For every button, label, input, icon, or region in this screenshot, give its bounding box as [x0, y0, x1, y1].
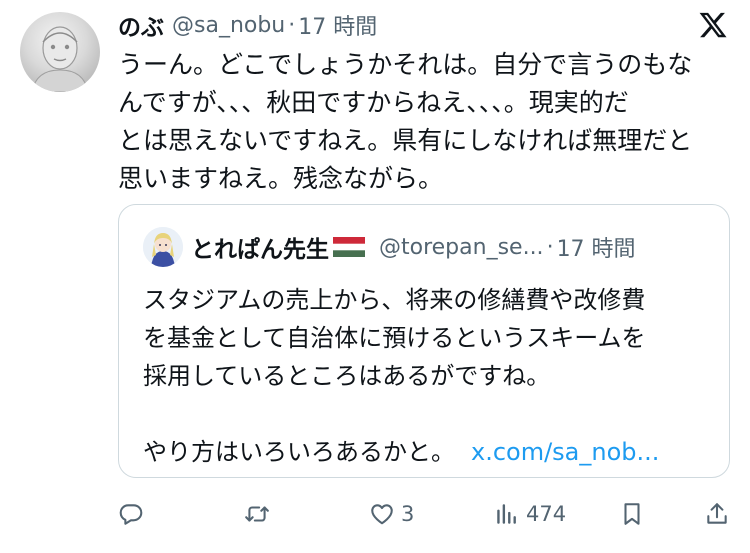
quoted-text-line: 採用しているところはあるがですね。: [143, 362, 551, 390]
retweet-button[interactable]: [244, 492, 270, 536]
tweet-text-line: んですが、、、秋田ですからねえ、、、。現実的だ: [118, 88, 629, 117]
bookmark-button[interactable]: [619, 492, 645, 536]
quoted-tweet-card[interactable]: とれぱん先生 @torepan_se... · 17 時間 スタジアムの売上から…: [118, 204, 730, 478]
quoted-text-line: スタジアムの売上から、将来の修繕費や改修費: [143, 286, 646, 314]
views-icon: [497, 504, 516, 524]
share-button[interactable]: [704, 492, 730, 536]
views-count: 474: [526, 502, 567, 526]
quoted-text-line: [143, 395, 713, 433]
quoted-tweet-text: スタジアムの売上から、将来の修繕費や改修費 を基金として自治体に預けるというスキ…: [143, 281, 713, 471]
separator-dot: ·: [288, 12, 296, 38]
like-button[interactable]: 3: [369, 492, 414, 536]
quoted-last-line: やり方はいろいろあるかと。: [143, 438, 455, 466]
action-bar: 3 474: [0, 492, 750, 536]
quoted-author-name[interactable]: とれぱん先生: [191, 230, 329, 264]
tweet-text-line: 思いますねえ。残念ながら。: [118, 164, 444, 193]
avatar[interactable]: [20, 12, 100, 92]
share-icon: [707, 503, 727, 524]
tweet-text-line: とは思えないですねえ。県有にしなければ無理だと: [118, 126, 693, 155]
tweet-page: のぶ @sa_nobu · 17 時間 うーん。どこでしょうかそれは。自分で言う…: [0, 0, 750, 553]
heart-icon: [371, 504, 393, 525]
tweet-header: のぶ @sa_nobu · 17 時間: [118, 8, 377, 42]
reply-icon: [119, 504, 143, 525]
x-logo-icon: [699, 12, 727, 38]
views-button[interactable]: 474: [494, 492, 566, 536]
hungary-flag-icon: [333, 237, 365, 257]
quoted-timestamp[interactable]: 17 時間: [557, 231, 636, 263]
quoted-text-line: やり方はいろいろあるかと。 x.com/sa_nob...: [143, 433, 713, 471]
retweet-icon: [245, 506, 269, 522]
like-count: 3: [401, 502, 415, 526]
author-name[interactable]: のぶ: [118, 8, 164, 42]
quoted-link[interactable]: x.com/sa_nob...: [471, 438, 659, 466]
tweet-text-line: うーん。どこでしょうかそれは。自分で言うのもな: [118, 50, 693, 79]
bookmark-icon: [624, 503, 640, 525]
timestamp[interactable]: 17 時間: [298, 9, 377, 41]
quoted-author-handle[interactable]: @torepan_se...: [379, 235, 544, 260]
reply-button[interactable]: [118, 492, 144, 536]
quoted-text-line: を基金として自治体に預けるというスキームを: [143, 324, 646, 352]
quoted-header: とれぱん先生 @torepan_se... · 17 時間: [191, 229, 636, 265]
tweet-text: うーん。どこでしょうかそれは。自分で言うのもな んですが、、、秋田ですからねえ、…: [118, 46, 728, 198]
author-handle[interactable]: @sa_nobu: [172, 13, 285, 38]
separator-dot: ·: [546, 234, 554, 260]
quoted-avatar[interactable]: [143, 227, 183, 267]
